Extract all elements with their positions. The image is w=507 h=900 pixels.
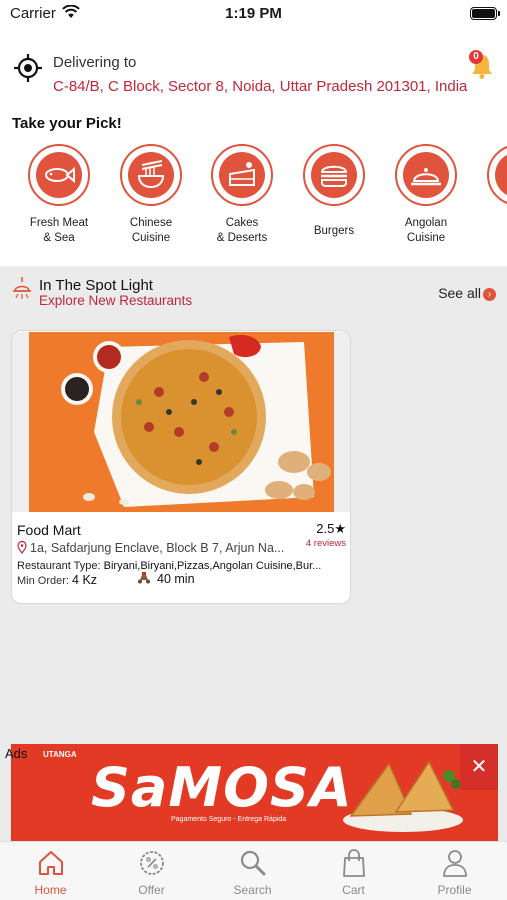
category-label: Angolan xyxy=(404,217,448,229)
category-chinese[interactable]: Chinese Cuisine xyxy=(105,144,197,246)
tab-offer[interactable]: Offer xyxy=(101,848,202,897)
clock: 1:19 PM xyxy=(225,5,282,22)
delivery-time: 40 min xyxy=(137,572,195,586)
restaurant-type: Restaurant Type: Biryani,Biryani,Pizzas,… xyxy=(17,560,321,572)
pizza-photo xyxy=(29,332,334,512)
category-label: Cuisine xyxy=(131,232,171,244)
min-order-value: 4 Kz xyxy=(72,573,98,587)
map-pin-icon xyxy=(17,541,27,554)
delivery-time-value: 40 min xyxy=(157,572,195,586)
status-bar: Carrier 1:19 PM xyxy=(0,0,507,28)
ad-banner[interactable]: UTANGA SaMOSA Pagamento Seguro - Entrega… xyxy=(11,744,498,841)
category-label: Fresh Meat xyxy=(29,217,89,229)
type-label: Restaurant Type: xyxy=(17,560,101,572)
chevron-right-icon: › xyxy=(483,288,496,301)
tab-label: Cart xyxy=(342,883,365,897)
ad-close-button[interactable]: ✕ xyxy=(460,744,498,790)
categories-title: Take your Pick! xyxy=(12,115,122,132)
category-label: Cakes xyxy=(225,217,259,229)
delivery-address[interactable]: C-84/B, C Block, Sector 8, Noida, Uttar … xyxy=(53,78,467,95)
home-icon xyxy=(38,851,63,875)
spotlight-subtitle: Explore New Restaurants xyxy=(39,293,193,308)
min-order-label: Min Order: xyxy=(17,575,69,587)
location-target-icon[interactable] xyxy=(13,53,43,83)
fish-icon xyxy=(36,152,82,198)
category-fresh-meat[interactable]: Fresh Meat & Sea xyxy=(13,144,105,246)
category-cakes[interactable]: Cakes & Deserts xyxy=(196,144,288,246)
star-icon: ★ xyxy=(334,521,346,536)
ad-tagline: Pagamento Seguro - Entrega Rápida xyxy=(171,816,287,823)
type-value: Biryani,Biryani,Pizzas,Angolan Cuisine,B… xyxy=(103,560,322,572)
restaurant-card[interactable]: Food Mart 2.5★ 4 reviews 1a, Safdarjung … xyxy=(11,330,351,604)
noodles-icon xyxy=(128,152,174,198)
see-all-link[interactable]: See all › xyxy=(438,285,496,301)
spotlight-lamp-icon xyxy=(13,277,31,299)
tab-cart[interactable]: Cart xyxy=(303,848,404,897)
min-order: Min Order: 4 Kz xyxy=(17,573,97,587)
offer-badge-icon xyxy=(139,851,164,875)
ad-brand: UTANGA xyxy=(43,750,77,759)
samosa-image xyxy=(343,760,463,832)
address-text: 1a, Safdarjung Enclave, Block B 7, Arjun… xyxy=(30,541,285,555)
battery-icon xyxy=(470,7,500,20)
category-next[interactable] xyxy=(472,144,507,206)
tab-label: Profile xyxy=(437,883,472,897)
ad-title: SaMOSA xyxy=(91,756,353,819)
cloche-icon xyxy=(403,152,449,198)
rating-value: 2.5 xyxy=(316,521,335,536)
delivery-header[interactable]: Delivering to C-84/B, C Block, Sector 8,… xyxy=(0,50,507,100)
tab-label: Offer xyxy=(138,883,165,897)
spotlight-title: In The Spot Light xyxy=(39,277,153,294)
categories-carousel[interactable]: Fresh Meat & Sea Chinese Cuisine Cakes & De… xyxy=(0,144,507,262)
tab-search[interactable]: Search xyxy=(202,848,303,897)
burger-icon xyxy=(311,152,357,198)
shopping-bag-icon xyxy=(342,849,365,877)
review-count: 4 reviews xyxy=(305,538,346,549)
delivering-to-label: Delivering to xyxy=(53,54,137,71)
category-label: Burgers xyxy=(313,225,355,237)
spotlight-section: In The Spot Light Explore New Restaurant… xyxy=(0,266,507,744)
tab-profile[interactable]: Profile xyxy=(404,848,505,897)
see-all-label: See all xyxy=(438,285,481,301)
ad-section[interactable]: UTANGA SaMOSA Pagamento Seguro - Entrega… xyxy=(0,744,507,841)
search-icon xyxy=(240,850,265,876)
category-angolan[interactable]: Angolan Cuisine xyxy=(380,144,472,246)
cake-icon xyxy=(219,152,265,198)
category-label: & Deserts xyxy=(216,232,268,244)
restaurant-image xyxy=(12,332,350,512)
tab-label: Home xyxy=(34,883,67,897)
category-label: Cuisine xyxy=(406,232,446,244)
notification-badge: 0 xyxy=(469,50,483,64)
tab-home[interactable]: Home xyxy=(0,848,101,897)
tab-label: Search xyxy=(233,883,272,897)
restaurant-name: Food Mart xyxy=(17,522,81,538)
bottom-tab-bar: Home Offer Search Cart Profile xyxy=(0,841,507,900)
ads-label: Ads xyxy=(5,746,28,761)
category-burgers[interactable]: Burgers xyxy=(288,144,380,239)
category-label: Chinese xyxy=(129,217,173,229)
restaurant-rating: 2.5★ xyxy=(316,521,346,537)
scooter-icon xyxy=(138,572,150,584)
user-icon xyxy=(442,850,467,877)
restaurant-address: 1a, Safdarjung Enclave, Block B 7, Arjun… xyxy=(17,541,284,555)
category-label: & Sea xyxy=(43,232,75,244)
notification-button[interactable]: 0 xyxy=(469,50,495,80)
